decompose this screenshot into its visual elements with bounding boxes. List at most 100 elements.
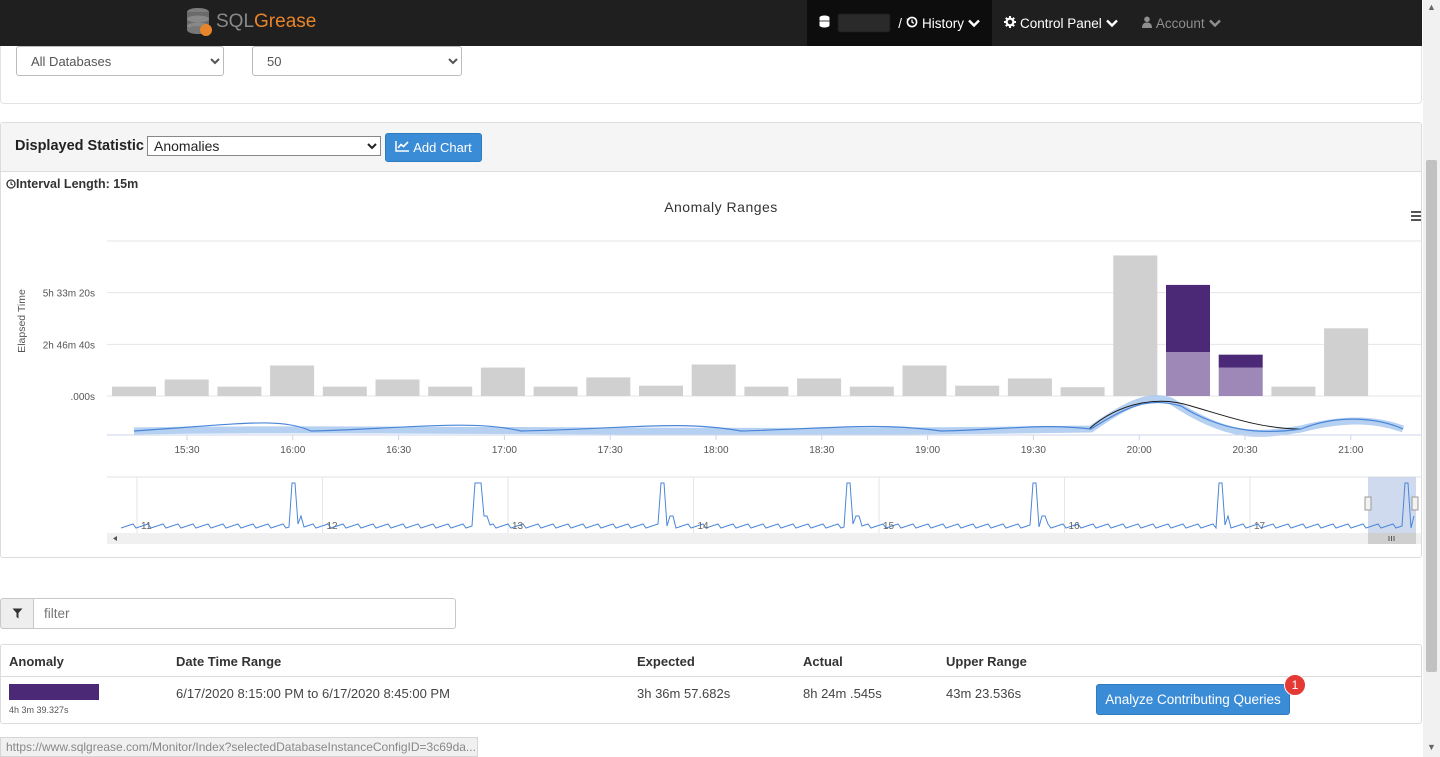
elapsed-bar: [639, 385, 683, 396]
database-select[interactable]: All Databases: [16, 46, 224, 76]
elapsed-bar: [270, 365, 315, 396]
displayed-statistic-label: Displayed Statistic: [15, 138, 144, 154]
anomaly-bar: [1218, 354, 1263, 368]
history-icon: [906, 16, 918, 31]
navigator-left-handle[interactable]: [1364, 496, 1372, 511]
elapsed-bar: [797, 378, 842, 396]
x-tick-label: 15:30: [174, 445, 199, 456]
anomaly-table: Anomaly Date Time Range Expected Actual …: [0, 644, 1422, 724]
analyze-contributing-queries-button[interactable]: Analyze Contributing Queries: [1096, 684, 1290, 715]
navigator-label: 14: [698, 521, 710, 532]
x-tick-label: 17:00: [492, 445, 517, 456]
cell-actual: 8h 24m .545s: [803, 686, 882, 701]
x-tick-label: 21:00: [1338, 445, 1363, 456]
x-tick-label: 18:30: [809, 445, 834, 456]
history-label: History: [921, 15, 964, 31]
x-tick-label: 19:30: [1021, 445, 1046, 456]
nav-history[interactable]: / History: [807, 0, 992, 46]
navigator-label: 13: [512, 521, 524, 532]
database-logo-icon: [187, 8, 212, 36]
interval-length: Interval Length: 15m: [6, 177, 138, 191]
expected-bar: [1166, 352, 1210, 396]
scroll-up-arrow-icon[interactable]: ▲: [1427, 2, 1436, 12]
page-scrollbar[interactable]: ▲ ▼: [1423, 0, 1440, 757]
elapsed-bar: [1271, 386, 1316, 396]
y-tick-label: 5h 33m 20s: [43, 289, 95, 300]
y-axis-label: Elapsed Time: [16, 289, 28, 353]
y-tick-label: 2h 46m 40s: [43, 340, 95, 351]
expected-bar: [1218, 367, 1263, 396]
cell-expected: 3h 36m 57.682s: [637, 686, 731, 701]
x-tick-label: 18:00: [703, 445, 728, 456]
y-tick-label: .000s: [71, 392, 95, 403]
user-icon: [1141, 16, 1152, 31]
navigator-label: 16: [1069, 521, 1081, 532]
cell-date-range: 6/17/2020 8:15:00 PM to 6/17/2020 8:45:0…: [176, 686, 450, 701]
navigator-label: 17: [1254, 521, 1266, 532]
chevron-down-icon: [1208, 16, 1221, 31]
elapsed-bar: [533, 386, 578, 396]
status-bar-url: https://www.sqlgrease.com/Monitor/Index?…: [0, 737, 478, 757]
elapsed-bar: [849, 386, 894, 396]
x-tick-label: 20:30: [1232, 445, 1257, 456]
logo[interactable]: SQLGrease: [186, 6, 316, 38]
x-tick-label: 16:00: [280, 445, 305, 456]
elapsed-bar: [1060, 387, 1105, 396]
elapsed-bar: [902, 365, 947, 396]
filter-input[interactable]: [34, 598, 456, 629]
hamburger-menu-icon[interactable]: [1411, 211, 1421, 221]
navigator-right-handle[interactable]: [1411, 496, 1419, 511]
elapsed-bar: [744, 386, 789, 396]
chart-panel-header: Displayed Statistic Anomalies Add Chart: [1, 123, 1421, 172]
redacted-instance-name: [838, 14, 891, 32]
elapsed-bar: [1113, 255, 1158, 396]
elapsed-bar: [322, 386, 367, 396]
statistic-select[interactable]: Anomalies: [147, 136, 381, 156]
add-chart-button[interactable]: Add Chart: [385, 133, 482, 162]
header-expected: Expected: [637, 654, 695, 669]
navigator-label: 15: [883, 521, 895, 532]
add-chart-label: Add Chart: [413, 140, 472, 155]
header-divider: [1, 676, 1421, 677]
navigator-label: 11: [141, 521, 152, 532]
chart-title: Anomaly Ranges: [664, 199, 778, 215]
elapsed-bar: [1324, 328, 1369, 396]
clock-icon: [6, 177, 16, 191]
filter-panel: All Databases 50: [0, 46, 1422, 104]
trend-area: [133, 395, 1405, 437]
nav-account[interactable]: Account: [1130, 0, 1233, 46]
nav-control-panel[interactable]: Control Panel: [992, 0, 1130, 46]
line-chart-icon: [395, 140, 410, 155]
elapsed-bar: [480, 367, 525, 396]
x-tick-label: 20:00: [1127, 445, 1152, 456]
elapsed-bar: [217, 386, 262, 396]
row-count-select[interactable]: 50: [252, 46, 462, 76]
elapsed-bar: [586, 377, 631, 396]
page-scrollbar-thumb[interactable]: [1426, 160, 1437, 672]
logo-sql-text: SQL: [216, 11, 255, 32]
top-navbar: SQLGrease / History Control Panel Accoun…: [0, 0, 1422, 46]
chart-panel: Displayed Statistic Anomalies Add Chart …: [0, 122, 1422, 558]
navigator-scrollbar-track[interactable]: [107, 533, 1421, 544]
navigator-label: 12: [327, 521, 339, 532]
header-date-time-range: Date Time Range: [176, 654, 282, 669]
interval-length-text: Interval Length: 15m: [16, 177, 139, 191]
chart-navigator[interactable]: 11 12 13 14 15 16 17: [107, 476, 1421, 544]
x-tick-label: 16:30: [386, 445, 411, 456]
cell-upper-range: 43m 23.536s: [946, 686, 1022, 701]
anomaly-duration: 4h 3m 39.327s: [9, 705, 69, 715]
header-anomaly: Anomaly: [9, 654, 64, 669]
chevron-down-icon: [968, 16, 980, 31]
logo-grease-text: Grease: [254, 11, 317, 32]
filter-group: [0, 598, 456, 629]
header-actual: Actual: [803, 654, 843, 669]
x-tick-label: 19:00: [915, 445, 940, 456]
elapsed-bar: [112, 386, 156, 396]
elapsed-bar: [375, 379, 420, 396]
header-upper-range: Upper Range: [946, 654, 1027, 669]
elapsed-bar: [428, 386, 473, 396]
notification-badge: 1: [1284, 674, 1306, 696]
database-icon: [819, 15, 830, 31]
scroll-down-arrow-icon[interactable]: ▼: [1427, 742, 1436, 752]
x-tick-label: 17:30: [598, 445, 623, 456]
